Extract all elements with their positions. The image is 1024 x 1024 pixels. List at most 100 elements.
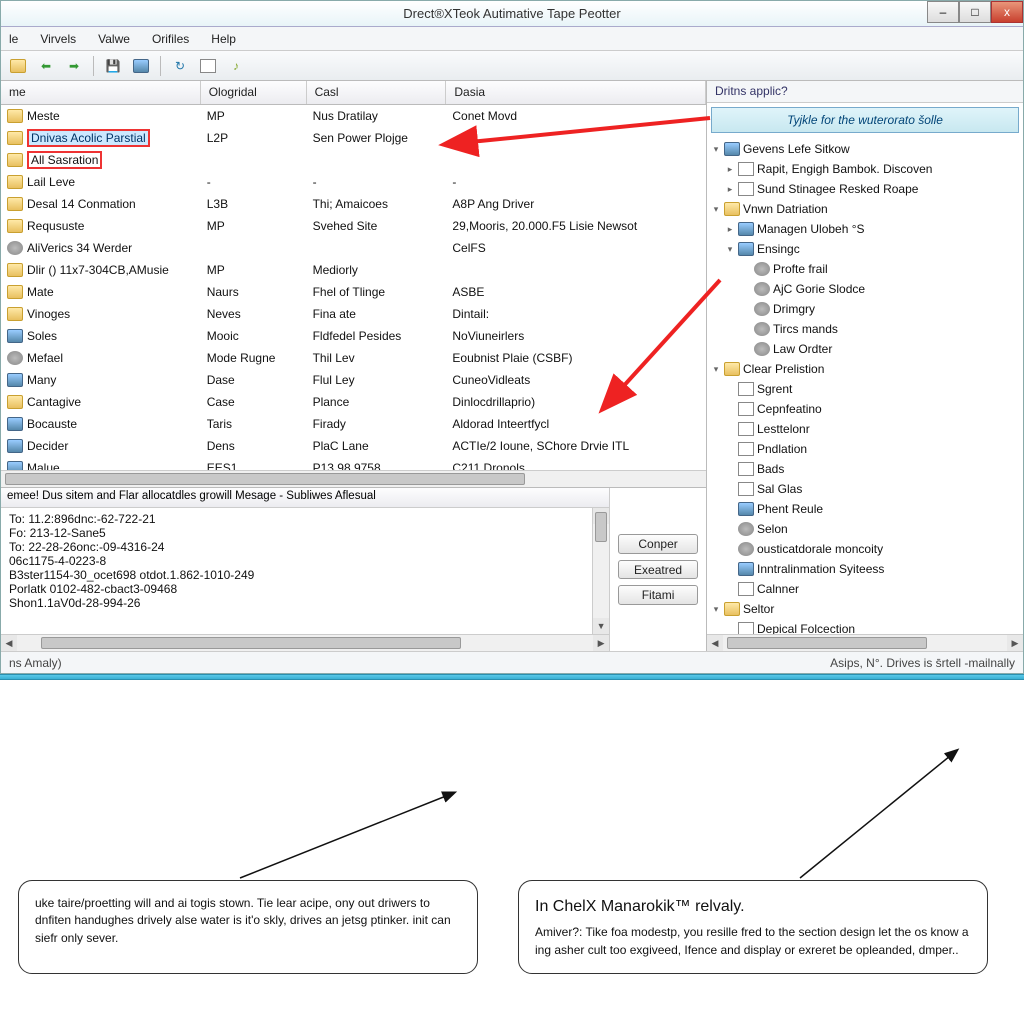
expand-icon[interactable]: ▾ xyxy=(711,144,721,155)
horizontal-scrollbar[interactable] xyxy=(1,470,706,487)
tree-item[interactable]: ▾Clear Prelistion xyxy=(711,359,1019,379)
exeatred-button[interactable]: Exeatred xyxy=(618,560,698,580)
app-icon xyxy=(7,417,23,431)
column-header[interactable]: Dasia xyxy=(446,81,706,104)
menu-item[interactable]: Orifiles xyxy=(148,30,193,48)
titlebar[interactable]: Drect®XTeok Autimative Tape Peotter – □ … xyxy=(1,1,1023,27)
table-row[interactable]: Lail Leve--- xyxy=(1,171,706,193)
tree-item[interactable]: ▾Gevens Lefe Sitkow xyxy=(711,139,1019,159)
minimize-button[interactable]: – xyxy=(927,1,959,23)
column-header[interactable]: me xyxy=(1,81,201,104)
table-row[interactable]: ReqususteMPSvehed Site29,Mooris, 20.000.… xyxy=(1,215,706,237)
toolbar-music-icon[interactable]: ♪ xyxy=(225,55,247,77)
tree-item[interactable]: Inntralinmation Syiteess xyxy=(711,559,1019,579)
tree-item[interactable]: ▸Sund Stinagee Resked Roape xyxy=(711,179,1019,199)
toolbar-open-icon[interactable] xyxy=(7,55,29,77)
table-row[interactable]: MefaelMode RugneThil LevEoubnist Plaie (… xyxy=(1,347,706,369)
tree-item[interactable]: Cepnfeatino xyxy=(711,399,1019,419)
doc-icon xyxy=(738,482,754,496)
side-panel-search[interactable]: Tyjkle for the wuterorato šolle xyxy=(711,107,1019,133)
tree-label: Seltor xyxy=(743,602,774,616)
menu-item[interactable]: le xyxy=(5,30,22,48)
tree-item[interactable]: Lesttelonr xyxy=(711,419,1019,439)
message-text[interactable]: To: 11.2:896dnc:-62-722-21Fo: 213-12-San… xyxy=(1,508,609,634)
table-row[interactable]: DeciderDensPlaC LaneACTIe/2 Ioune, SChor… xyxy=(1,435,706,457)
tree-item[interactable]: Sal Glas xyxy=(711,479,1019,499)
table-row[interactable]: AliVerics 34 WerderCelFS xyxy=(1,237,706,259)
expand-icon[interactable]: ▾ xyxy=(711,204,721,215)
table-row[interactable]: All Sasration xyxy=(1,149,706,171)
table-row[interactable]: CantagiveCasePlanceDinlocdrillaprio) xyxy=(1,391,706,413)
tree-item[interactable]: Depical Folcection xyxy=(711,619,1019,634)
tree-item[interactable]: ▸Managen Ulobeh °S xyxy=(711,219,1019,239)
tree-item[interactable]: Bads xyxy=(711,459,1019,479)
menu-item[interactable]: Help xyxy=(207,30,240,48)
table-row[interactable]: ManyDaseFlul LeyCuneoVidleats xyxy=(1,369,706,391)
tree-label: Calnner xyxy=(757,582,799,596)
table-row[interactable]: Dnivas Acolic ParstialL2PSen Power Plojg… xyxy=(1,127,706,149)
maximize-button[interactable]: □ xyxy=(959,1,991,23)
tree-view[interactable]: ▾Gevens Lefe Sitkow▸Rapit, Engigh Bambok… xyxy=(707,137,1023,634)
toolbar-doc-icon[interactable] xyxy=(197,55,219,77)
expand-icon[interactable]: ▾ xyxy=(725,244,735,255)
tree-item[interactable]: Profte frail xyxy=(711,259,1019,279)
tree-item[interactable]: ▾Ensingc xyxy=(711,239,1019,259)
toolbar-forward-icon[interactable]: ➡ xyxy=(63,55,85,77)
tree-item[interactable]: Calnner xyxy=(711,579,1019,599)
table-row[interactable]: SolesMooicFldfedel PesidesNoViuneirlers xyxy=(1,325,706,347)
horizontal-scrollbar[interactable]: ◀▶ xyxy=(1,634,609,651)
toolbar-back-icon[interactable]: ⬅ xyxy=(35,55,57,77)
tree-item[interactable]: Sgrent xyxy=(711,379,1019,399)
conper-button[interactable]: Conper xyxy=(618,534,698,554)
tree-item[interactable]: AjC Gorie Slodce xyxy=(711,279,1019,299)
folder-icon xyxy=(7,153,23,167)
tree-item[interactable]: ▾Vnwn Datriation xyxy=(711,199,1019,219)
toolbar-refresh-icon[interactable]: ↻ xyxy=(169,55,191,77)
horizontal-scrollbar[interactable]: ◀▶ xyxy=(707,634,1023,651)
app-icon xyxy=(738,502,754,516)
doc-icon xyxy=(738,462,754,476)
folder-icon xyxy=(7,285,23,299)
table-row[interactable]: MateNaursFhel of TlingeASBE xyxy=(1,281,706,303)
menu-item[interactable]: Virvels xyxy=(36,30,80,48)
doc-icon xyxy=(738,582,754,596)
tree-item[interactable]: Selon xyxy=(711,519,1019,539)
tree-item[interactable]: ▸Rapit, Engigh Bambok. Discoven xyxy=(711,159,1019,179)
vertical-scrollbar[interactable]: ▲▼ xyxy=(592,508,609,634)
tree-item[interactable]: Drimgry xyxy=(711,299,1019,319)
tree-item[interactable]: Tircs mands xyxy=(711,319,1019,339)
window-title: Drect®XTeok Autimative Tape Peotter xyxy=(1,6,1023,21)
expand-icon[interactable]: ▾ xyxy=(711,364,721,375)
menubar: le Virvels Valwe Orifiles Help xyxy=(1,27,1023,51)
gear-icon xyxy=(754,342,770,356)
cell: Dase xyxy=(201,373,307,387)
expand-icon[interactable]: ▸ xyxy=(725,184,735,195)
log-line: To: 22-28-26onc:-09-4316-24 xyxy=(9,540,601,554)
expand-icon[interactable]: ▸ xyxy=(725,164,735,175)
table-row[interactable]: Dlir () 11x7-304CB,AMusieMPMediorly xyxy=(1,259,706,281)
cell: Case xyxy=(201,395,307,409)
toolbar-save-icon[interactable]: 💾 xyxy=(102,55,124,77)
data-grid[interactable]: MesteMPNus DratilayConet MovdDnivas Acol… xyxy=(1,105,706,470)
table-row[interactable]: BocausteTarisFiradyAldorad Inteertfycl xyxy=(1,413,706,435)
tree-item[interactable]: ▾ Seltor xyxy=(711,599,1019,619)
tree-item[interactable]: Law Ordter xyxy=(711,339,1019,359)
tree-item[interactable]: Pndlation xyxy=(711,439,1019,459)
tree-item[interactable]: ousticatdorale moncoity xyxy=(711,539,1019,559)
column-header[interactable]: Ologridal xyxy=(201,81,307,104)
column-header[interactable]: Casl xyxy=(307,81,447,104)
close-button[interactable]: x xyxy=(991,1,1023,23)
expand-icon[interactable]: ▸ xyxy=(725,224,735,235)
table-row[interactable]: VinogesNevesFina ateDintail: xyxy=(1,303,706,325)
app-icon xyxy=(724,142,740,156)
fitami-button[interactable]: Fitami xyxy=(618,585,698,605)
table-row[interactable]: MalueEES1P13,98.9758C211 Dronols xyxy=(1,457,706,470)
toolbar-monitor-icon[interactable] xyxy=(130,55,152,77)
gear-icon xyxy=(754,322,770,336)
table-row[interactable]: Desal 14 ConmationL3BThi; AmaicoesA8P An… xyxy=(1,193,706,215)
tree-item[interactable]: Phent Reule xyxy=(711,499,1019,519)
expand-icon[interactable]: ▾ xyxy=(711,604,721,615)
table-row[interactable]: MesteMPNus DratilayConet Movd xyxy=(1,105,706,127)
menu-item[interactable]: Valwe xyxy=(94,30,134,48)
cell: PlaC Lane xyxy=(307,439,447,453)
